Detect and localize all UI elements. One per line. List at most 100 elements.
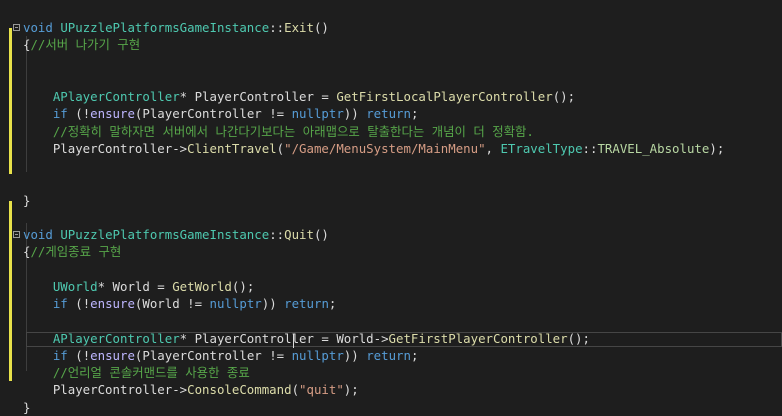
code-line[interactable]: //정확히 말하자면 서버에서 나간다기보다는 아래맵으로 탈출한다는 개념이 … bbox=[0, 123, 782, 140]
code-text: APlayerController* PlayerController = Ge… bbox=[23, 88, 575, 105]
code-token: void bbox=[23, 227, 53, 242]
code-line[interactable]: {//게임종료 구현 bbox=[0, 243, 782, 260]
code-token: ETravelType bbox=[500, 141, 583, 156]
code-line[interactable] bbox=[0, 71, 782, 88]
code-line[interactable]: if (!ensure(PlayerController != nullptr)… bbox=[0, 347, 782, 364]
code-token: "quit" bbox=[299, 382, 344, 397]
code-token: GetWorld bbox=[172, 279, 232, 294]
code-token: APlayerController bbox=[52, 89, 180, 104]
code-token: :: bbox=[269, 20, 285, 35]
code-line[interactable] bbox=[0, 209, 782, 226]
code-text: PlayerController->ConsoleCommand("quit")… bbox=[23, 381, 359, 398]
code-token: ); bbox=[343, 382, 359, 397]
code-token: )) bbox=[343, 106, 367, 121]
code-text: UWorld* World = GetWorld(); bbox=[23, 278, 254, 295]
code-token: nullptr bbox=[291, 106, 344, 121]
code-token: void bbox=[23, 20, 53, 35]
code-token: ensure bbox=[90, 296, 135, 311]
code-token: //서버 나가기 구현 bbox=[30, 37, 141, 52]
code-token: :: bbox=[582, 141, 598, 156]
code-token: * bbox=[179, 89, 195, 104]
code-token: if bbox=[52, 296, 68, 311]
code-token: nullptr bbox=[291, 348, 344, 363]
code-line[interactable]: {//서버 나가기 구현 bbox=[0, 36, 782, 53]
code-token: ( bbox=[291, 382, 300, 397]
code-token: (World != bbox=[134, 296, 210, 311]
code-token: ConsoleCommand bbox=[187, 382, 292, 397]
code-token: :: bbox=[269, 227, 285, 242]
code-token: UPuzzlePlatformsGameInstance bbox=[60, 20, 270, 35]
code-line[interactable] bbox=[0, 261, 782, 278]
code-text: APlayerController* PlayerController = Wo… bbox=[23, 330, 590, 347]
code-editor[interactable]: void UPuzzlePlatformsGameInstance::Exit(… bbox=[0, 0, 782, 415]
code-token: GetFirstLocalPlayerController bbox=[336, 89, 553, 104]
code-line[interactable]: APlayerController* PlayerController = Wo… bbox=[0, 330, 782, 347]
code-token: ClientTravel bbox=[187, 141, 277, 156]
code-token: ( bbox=[67, 296, 83, 311]
code-token: PlayerController-> bbox=[52, 382, 188, 397]
code-line[interactable]: if (!ensure(World != nullptr)) return; bbox=[0, 295, 782, 312]
code-line[interactable]: //언리얼 콘솔커맨드를 사용한 종료 bbox=[0, 364, 782, 381]
code-line[interactable]: } bbox=[0, 399, 782, 416]
code-token: ; bbox=[410, 348, 419, 363]
code-line[interactable] bbox=[0, 157, 782, 174]
code-token: GetFirstPlayerController bbox=[388, 331, 568, 346]
code-token: , bbox=[485, 141, 501, 156]
code-line[interactable]: } bbox=[0, 192, 782, 209]
collapse-toggle-icon[interactable] bbox=[13, 24, 20, 31]
code-token: if bbox=[52, 348, 68, 363]
code-text: } bbox=[23, 192, 30, 209]
code-token: (PlayerController != bbox=[134, 106, 292, 121]
code-token: return bbox=[284, 296, 329, 311]
code-text: } bbox=[23, 399, 30, 416]
code-token: Quit bbox=[284, 227, 314, 242]
code-token: )) bbox=[343, 348, 367, 363]
code-token: ; bbox=[328, 296, 337, 311]
code-token: //정확히 말하자면 서버에서 나간다기보다는 아래맵으로 탈출한다는 개념이 … bbox=[52, 124, 534, 139]
code-token: ensure bbox=[90, 106, 135, 121]
code-token: nullptr bbox=[209, 296, 262, 311]
code-text: if (!ensure(PlayerController != nullptr)… bbox=[23, 347, 419, 364]
code-token: if bbox=[52, 106, 68, 121]
code-line[interactable]: APlayerController* PlayerController = Ge… bbox=[0, 88, 782, 105]
code-line[interactable] bbox=[0, 312, 782, 329]
code-token: PlayerController-> bbox=[52, 141, 188, 156]
code-token: TRAVEL_Absolute bbox=[597, 141, 710, 156]
code-token: )) bbox=[261, 296, 285, 311]
code-token: } bbox=[23, 400, 31, 415]
code-token: ensure bbox=[90, 348, 135, 363]
code-token: ( bbox=[67, 106, 83, 121]
code-token: "/Game/MenuSystem/MainMenu" bbox=[284, 141, 486, 156]
code-token: (); bbox=[552, 89, 576, 104]
code-line[interactable] bbox=[0, 174, 782, 191]
code-token: () bbox=[313, 20, 329, 35]
code-line[interactable]: void UPuzzlePlatformsGameInstance::Exit(… bbox=[0, 19, 782, 36]
code-token: = bbox=[313, 89, 337, 104]
code-token: UPuzzlePlatformsGameInstance bbox=[60, 227, 270, 242]
code-text: {//게임종료 구현 bbox=[23, 243, 121, 260]
code-token: PlayerController bbox=[194, 89, 314, 104]
code-text: void UPuzzlePlatformsGameInstance::Exit(… bbox=[23, 19, 329, 36]
code-line[interactable]: void UPuzzlePlatformsGameInstance::Quit(… bbox=[0, 226, 782, 243]
code-line[interactable]: PlayerController->ConsoleCommand("quit")… bbox=[0, 381, 782, 398]
code-token: ); bbox=[709, 141, 725, 156]
code-text: //정확히 말하자면 서버에서 나간다기보다는 아래맵으로 탈출한다는 개념이 … bbox=[23, 123, 534, 140]
code-token: return bbox=[366, 348, 411, 363]
code-token: * World = bbox=[97, 279, 173, 294]
code-line[interactable]: PlayerController->ClientTravel("/Game/Me… bbox=[0, 140, 782, 157]
code-line[interactable] bbox=[0, 54, 782, 71]
code-line[interactable]: if (!ensure(PlayerController != nullptr)… bbox=[0, 105, 782, 122]
code-line[interactable]: UWorld* World = GetWorld(); bbox=[0, 278, 782, 295]
code-token: * PlayerController = World-> bbox=[179, 331, 389, 346]
code-token: () bbox=[313, 227, 329, 242]
code-text: //언리얼 콘솔커맨드를 사용한 종료 bbox=[23, 364, 250, 381]
code-token: //언리얼 콘솔커맨드를 사용한 종료 bbox=[52, 365, 250, 380]
collapse-toggle-icon[interactable] bbox=[13, 231, 20, 238]
code-text: {//서버 나가기 구현 bbox=[23, 36, 140, 53]
